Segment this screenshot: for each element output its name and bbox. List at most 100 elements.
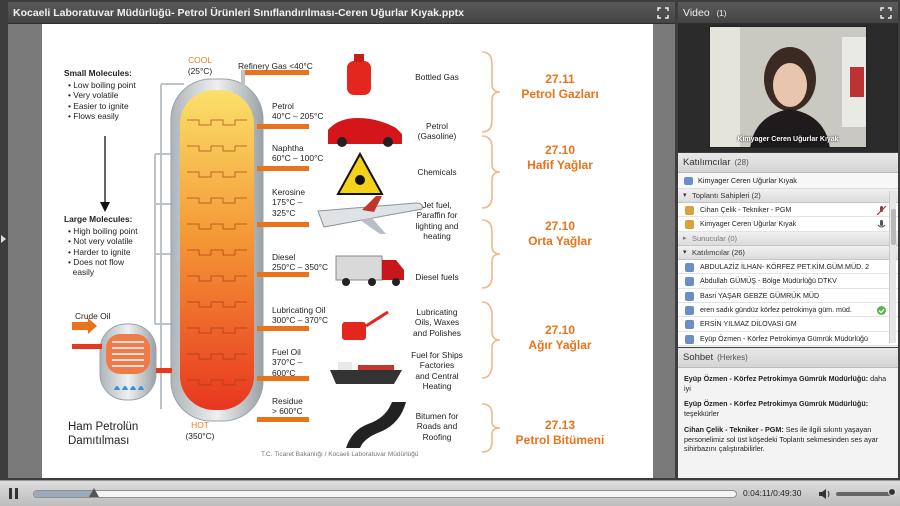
large-bullet: • Not very volatile (68, 236, 133, 247)
group-label: 27.11 Petrol Gazları (510, 72, 610, 101)
slide-area: Small Molecules: • Low boiling point • V… (8, 24, 675, 478)
attendee-name: Eyüp Özmen - Körfez Petrokimya Gümrük Mü… (700, 334, 868, 343)
attendee-name: ERSİN YILMAZ DİLOVASI GM (700, 320, 797, 329)
chat-author: Eyüp Özmen - Körfez Petrokimya Gümrük Mü… (684, 399, 869, 409)
seek-progress (34, 491, 94, 497)
volume-slider[interactable] (836, 492, 894, 496)
participants-group[interactable]: ▾ Katılımcılar (26) (678, 245, 898, 260)
video-title: Video (683, 7, 710, 19)
large-bullet: • High boiling point (68, 226, 138, 236)
down-arrow-head (100, 202, 110, 212)
share-title: Kocaeli Laboratuvar Müdürlüğü- Petrol Ür… (13, 7, 464, 19)
attendee-row[interactable]: Basri YAŞAR GEBZE GÜMRÜK MÜD (678, 288, 898, 303)
attendee-row[interactable]: Eyüp Özmen - Körfez Petrokimya Gümrük Mü… (678, 331, 898, 347)
product-label: Diesel fuels (415, 272, 459, 282)
fraction-name: Naphtha 60°C – 100°C (272, 143, 324, 164)
presenters-group[interactable]: ▸ Sunucular (0) (678, 231, 898, 246)
pause-button[interactable] (6, 486, 22, 502)
fraction-name: Petrol 40°C – 205°C (272, 101, 324, 122)
fraction-name: Kerosine 175°C – 325°C (272, 187, 306, 218)
video-pod: Video (1) Kimyager Ceren Uğurlar Kıyak (678, 2, 898, 152)
pause-icon (9, 488, 12, 499)
chat-text: teşekkürler (684, 409, 720, 419)
small-bullet: • Easier to ignite (68, 100, 129, 111)
group-label: 27.10 Hafif Yağlar (510, 143, 610, 172)
user-icon (685, 262, 694, 272)
chat-title: Sohbet (683, 352, 714, 363)
attendees-scrollbar[interactable] (889, 191, 896, 343)
video-count: (1) (716, 9, 727, 18)
fraction-name: Residue > 600°C (272, 396, 303, 417)
attendee-row[interactable]: ERSİN YILMAZ DİLOVASI GM (678, 317, 898, 332)
hosts-group[interactable]: ▾ Toplantı Sahipleri (2) (678, 189, 898, 203)
seek-handle[interactable] (88, 488, 99, 497)
current-user-row[interactable]: Kimyager Ceren Uğurlar Kıyak (678, 173, 898, 189)
group-brackets (481, 51, 501, 453)
large-bullet: • Harder to ignite (68, 246, 131, 257)
small-bullet: • Very volatile (68, 90, 119, 101)
group-label: 27.10 Ağır Yağlar (510, 323, 610, 352)
chat-scope: (Herkes) (717, 353, 748, 362)
attendee-name: Kimyager Ceren Uğurlar Kıyak (700, 220, 797, 229)
attendee-row[interactable]: Cihan Çelik - Tekniker - PGM (678, 203, 898, 218)
attendee-row[interactable]: Kimyager Ceren Uğurlar Kıyak (678, 217, 898, 232)
small-bullet: • Flows easily (68, 110, 119, 121)
large-bullet: • Does not flow (68, 256, 125, 267)
attendee-row[interactable]: ABDULAZİZ İLHAN- KÖRFEZ PET.KİM.GÜM.MÜD.… (678, 259, 898, 275)
speaker-name: Kimyager Ceren Uğurlar Kıyak (737, 136, 839, 143)
group-code: 27.10 (544, 143, 576, 157)
truck-icon (335, 255, 404, 286)
chat-header: Sohbet (Herkes) (678, 348, 898, 368)
collapse-left-icon[interactable] (1, 235, 6, 243)
attendee-name: Basri YAŞAR GEBZE GÜMRÜK MÜD (700, 291, 820, 300)
fraction-name: Lubricating Oil 300°C – 370°C (272, 305, 329, 326)
chat-message: Eyüp Özmen - Körfez Petrokimya Gümrük Mü… (684, 399, 892, 418)
group-name: Ağır Yağlar (528, 337, 592, 352)
attendee-name: ABDULAZİZ İLHAN- KÖRFEZ PET.KİM.GÜM.MÜD.… (700, 262, 870, 271)
group-label: 27.10 Orta Yağlar (510, 219, 610, 248)
current-user-name: Kimyager Ceren Uğurlar Kıyak (698, 176, 797, 185)
collapse-icon: ▸ (683, 234, 687, 242)
small-bullet: • Low boiling point (68, 80, 136, 90)
group-code: 27.10 (544, 219, 576, 233)
seek-track[interactable] (33, 490, 737, 498)
expand-icon: ▾ (683, 248, 687, 256)
fullscreen-icon[interactable] (657, 7, 669, 19)
group-name: Petrol Gazları (521, 86, 599, 101)
volume-icon[interactable] (818, 488, 832, 500)
chat-author: Eyüp Özmen - Körfez Petrokimya Gümrük Mü… (684, 374, 869, 383)
attendee-row[interactable]: Abdullah GÜMÜŞ - Bölge Müdürlüğü DTKV (678, 274, 898, 289)
slide: Small Molecules: • Low boiling point • V… (42, 24, 653, 478)
car-icon (328, 118, 402, 147)
fraction-name: Fuel Oil 370°C – 600°C (272, 347, 303, 378)
expand-icon: ▾ (683, 192, 687, 199)
playback-bar: 0:04:11/0:49:30 (0, 480, 900, 506)
attendee-name: eren sadık gündüz körfez petrokimya güm.… (700, 305, 852, 314)
playback-time: 0:04:11/0:49:30 (743, 488, 802, 498)
group-name: Orta Yağlar (528, 233, 592, 248)
hot-label: HOT (191, 420, 209, 430)
chat-author: Cihan Çelik - Tekniker - PGM: (684, 424, 784, 434)
volume-handle[interactable] (888, 488, 896, 496)
share-pod-header: Kocaeli Laboratuvar Müdürlüğü- Petrol Ür… (8, 2, 675, 24)
hazard-icon (336, 151, 384, 195)
large-molecules-list: • High boiling point • Not very volatile… (68, 226, 138, 277)
attendee-row[interactable]: eren sadık gündüz körfez petrokimya güm.… (678, 302, 898, 318)
chat-pod: Sohbet (Herkes) Eyüp Özmen - Körfez Petro… (678, 348, 898, 478)
cool-label: COOL (188, 55, 212, 65)
pause-icon (15, 488, 18, 499)
scrollbar-thumb[interactable] (891, 209, 896, 245)
large-bullet: easily (72, 267, 95, 277)
caption-line-1: Ham Petrolün (68, 421, 139, 433)
hosts-group-label: Toplantı Sahipleri (2) (692, 191, 761, 200)
road-icon (346, 402, 406, 448)
fullscreen-icon[interactable] (880, 7, 892, 19)
furnace-to-column-pipe (156, 368, 172, 373)
group-label: 27.13 Petrol Bitümeni (500, 418, 620, 447)
product-label: Bitumen for Roads and Roofing (415, 411, 459, 442)
user-icon (685, 334, 694, 344)
hot-temp: (350°C) (185, 431, 215, 441)
caption: Ham Petrolün Damıtılması (68, 421, 138, 449)
crude-oil-pipe (72, 344, 102, 349)
product-label: Lubricating Oils, Waxes and Polishes (413, 307, 461, 338)
